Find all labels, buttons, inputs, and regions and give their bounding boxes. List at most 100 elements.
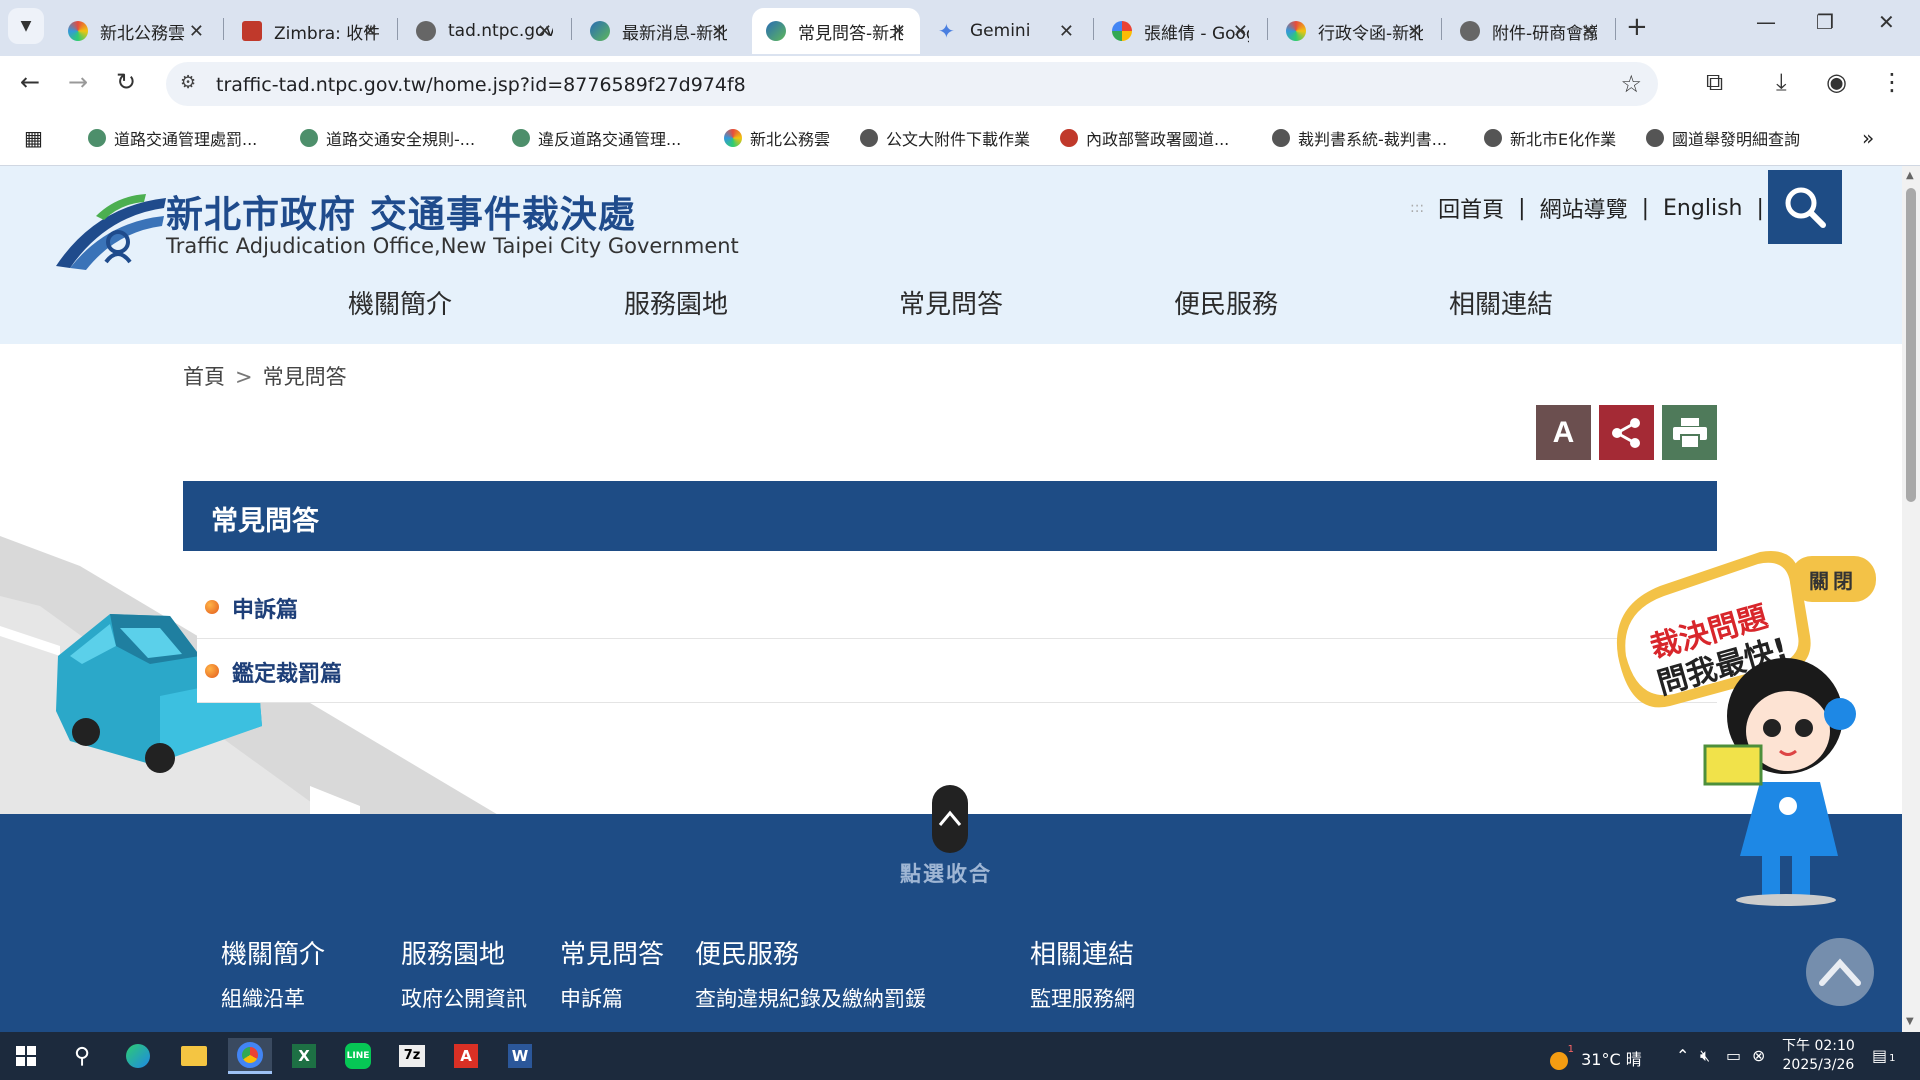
page-scrollbar[interactable]: ▲ ▼ <box>1902 166 1920 1032</box>
tab-9[interactable]: 附件-研商會議 ✕ <box>1446 8 1610 54</box>
close-icon[interactable]: ✕ <box>711 21 726 42</box>
share-button[interactable] <box>1599 405 1654 460</box>
system-clock[interactable]: 下午 02:10 2025/3/26 <box>1782 1037 1855 1075</box>
tab-5-active[interactable]: 常見問答-新北 ✕ <box>752 8 920 54</box>
bookmark-item[interactable]: 違反道路交通管理... <box>512 126 681 150</box>
mascot-close-button[interactable]: 關閉 <box>1790 556 1876 602</box>
menu-kebab-icon[interactable]: ⋮ <box>1880 68 1904 96</box>
faq-item-label[interactable]: 鑑定裁罰篇 <box>232 656 342 688</box>
bookmark-item[interactable]: 道路交通管理處罰... <box>88 126 257 150</box>
footer-link[interactable]: 申訴篇 <box>560 983 623 1013</box>
nav-public-service[interactable]: 便民服務 <box>1174 284 1278 321</box>
accesskey-anchor[interactable]: ::: <box>1410 200 1424 216</box>
tab-4[interactable]: 最新消息-新北 ✕ <box>576 8 740 54</box>
site-info-icon[interactable]: ⚙ <box>180 72 196 93</box>
edge-browser-icon[interactable] <box>118 1038 158 1074</box>
download-icon[interactable]: ⤓ <box>1776 68 1787 96</box>
tab-6[interactable]: ✦ Gemini ✕ <box>924 8 1088 54</box>
word-icon[interactable]: W <box>500 1038 540 1074</box>
faq-item-label[interactable]: 申訴篇 <box>232 592 298 624</box>
bookmark-item[interactable]: 道路交通安全規則-... <box>300 126 475 150</box>
faq-item-penalty[interactable]: 鑑定裁罰篇 <box>197 639 1717 703</box>
chrome-icon[interactable] <box>228 1038 272 1074</box>
search-icon[interactable]: ⚲ <box>62 1038 102 1074</box>
new-tab-button[interactable]: + <box>1626 12 1648 42</box>
tab-1[interactable]: 新北公務雲 ✕ <box>54 8 218 54</box>
windows-start-icon[interactable] <box>6 1038 46 1074</box>
close-icon[interactable]: ✕ <box>189 21 204 42</box>
breadcrumb-home[interactable]: 首頁 <box>183 365 225 389</box>
excel-icon[interactable]: X <box>284 1038 324 1074</box>
close-icon[interactable]: ✕ <box>1233 21 1248 42</box>
scroll-up-arrow-icon[interactable]: ▲ <box>1906 170 1914 181</box>
address-bar[interactable]: ⚙ traffic-tad.ntpc.gov.tw/home.jsp?id=87… <box>166 62 1658 106</box>
footer-heading[interactable]: 常見問答 <box>560 934 664 971</box>
close-icon[interactable]: ✕ <box>1581 21 1596 42</box>
tab-search-button[interactable]: ▼ <box>8 8 44 44</box>
close-icon[interactable]: ✕ <box>1059 21 1074 42</box>
scrollbar-thumb[interactable] <box>1906 188 1916 502</box>
site-title[interactable]: 新北市政府 交通事件裁決處 <box>166 184 636 238</box>
footer-link[interactable]: 監理服務網 <box>1030 983 1135 1013</box>
speaker-muted-icon[interactable]: 🔇︎ <box>1700 1046 1710 1066</box>
network-disconnected-icon[interactable]: ⊗ <box>1752 1046 1765 1065</box>
close-icon[interactable]: ✕ <box>363 21 378 42</box>
apps-grid-icon[interactable]: ▦ <box>24 126 43 150</box>
faq-item-complaint[interactable]: 申訴篇 <box>197 575 1717 639</box>
close-icon[interactable]: ✕ <box>1407 21 1422 42</box>
bookmark-item[interactable]: 國道舉發明細查詢 <box>1646 126 1800 150</box>
extensions-icon[interactable]: ⧉ <box>1706 68 1723 96</box>
home-link[interactable]: 回首頁 <box>1438 192 1504 224</box>
weather-widget[interactable]: 1 31°C 晴 <box>1550 1044 1642 1070</box>
search-button[interactable] <box>1768 170 1842 244</box>
file-explorer-icon[interactable] <box>174 1038 214 1074</box>
bookmark-item[interactable]: 新北公務雲 <box>724 126 830 150</box>
back-arrow-icon[interactable]: ← <box>20 68 40 96</box>
more-bookmarks-button[interactable]: » <box>1862 126 1874 150</box>
bookmark-item[interactable]: 內政部警政署國道... <box>1060 126 1229 150</box>
scroll-down-arrow-icon[interactable]: ▼ <box>1906 1016 1914 1027</box>
window-close-icon[interactable]: ✕ <box>1878 10 1895 34</box>
footer-link[interactable]: 查詢違規紀錄及繳納罰鍰 <box>695 983 926 1013</box>
line-app-icon[interactable]: LINE <box>338 1038 378 1074</box>
footer-heading[interactable]: 機關簡介 <box>221 934 325 971</box>
collapse-footer-button[interactable] <box>932 785 968 853</box>
nav-links[interactable]: 相關連結 <box>1449 284 1553 321</box>
tab-7[interactable]: 張維倩 - Google ✕ <box>1098 8 1262 54</box>
7zip-icon[interactable]: 7z <box>392 1038 432 1074</box>
english-link[interactable]: English <box>1663 196 1742 221</box>
bookmark-item[interactable]: 裁判書系統-裁判書... <box>1272 126 1447 150</box>
reload-icon[interactable]: ↻ <box>116 68 136 96</box>
tab-2[interactable]: Zimbra: 收件匣 ✕ <box>228 8 392 54</box>
footer-heading[interactable]: 服務園地 <box>401 934 505 971</box>
print-button[interactable] <box>1662 405 1717 460</box>
nav-services[interactable]: 服務園地 <box>624 284 728 321</box>
back-to-top-button[interactable] <box>1806 938 1874 1006</box>
nav-about[interactable]: 機關簡介 <box>348 284 452 321</box>
nav-faq[interactable]: 常見問答 <box>899 284 1003 321</box>
tab-8[interactable]: 行政令函-新北 ✕ <box>1272 8 1436 54</box>
footer-heading[interactable]: 便民服務 <box>695 934 799 971</box>
footer-link[interactable]: 政府公開資訊 <box>401 983 527 1013</box>
profile-icon[interactable]: ◉ <box>1826 68 1847 96</box>
close-icon[interactable]: ✕ <box>891 21 906 42</box>
footer-link[interactable]: 組織沿革 <box>221 983 305 1013</box>
notification-center-icon[interactable]: ▤ 1 <box>1872 1046 1896 1065</box>
site-logo-icon[interactable] <box>56 186 166 270</box>
close-icon[interactable]: ✕ <box>537 21 552 42</box>
acrobat-icon[interactable]: A <box>446 1038 486 1074</box>
footer-heading[interactable]: 相關連結 <box>1030 934 1134 971</box>
bookmark-item[interactable]: 公文大附件下載作業 <box>860 126 1030 150</box>
minimize-icon[interactable]: — <box>1756 10 1776 34</box>
restore-icon[interactable]: ❐ <box>1816 10 1834 34</box>
tray-overflow-icon[interactable]: ⌃ <box>1676 1046 1689 1065</box>
url-text[interactable]: traffic-tad.ntpc.gov.tw/home.jsp?id=8776… <box>216 74 746 96</box>
font-size-button[interactable]: A <box>1536 405 1591 460</box>
forward-arrow-icon[interactable]: → <box>68 68 88 96</box>
bookmark-item[interactable]: 新北市E化作業 <box>1484 126 1616 150</box>
tab-3[interactable]: tad.ntpc.gov.tw ✕ <box>402 8 566 54</box>
sitemap-link[interactable]: 網站導覽 <box>1540 192 1628 224</box>
network-icon[interactable]: ▭ <box>1726 1046 1741 1065</box>
bookmark-star-icon[interactable]: ☆ <box>1620 70 1642 98</box>
collapse-label[interactable]: 點選收合 <box>900 858 992 888</box>
